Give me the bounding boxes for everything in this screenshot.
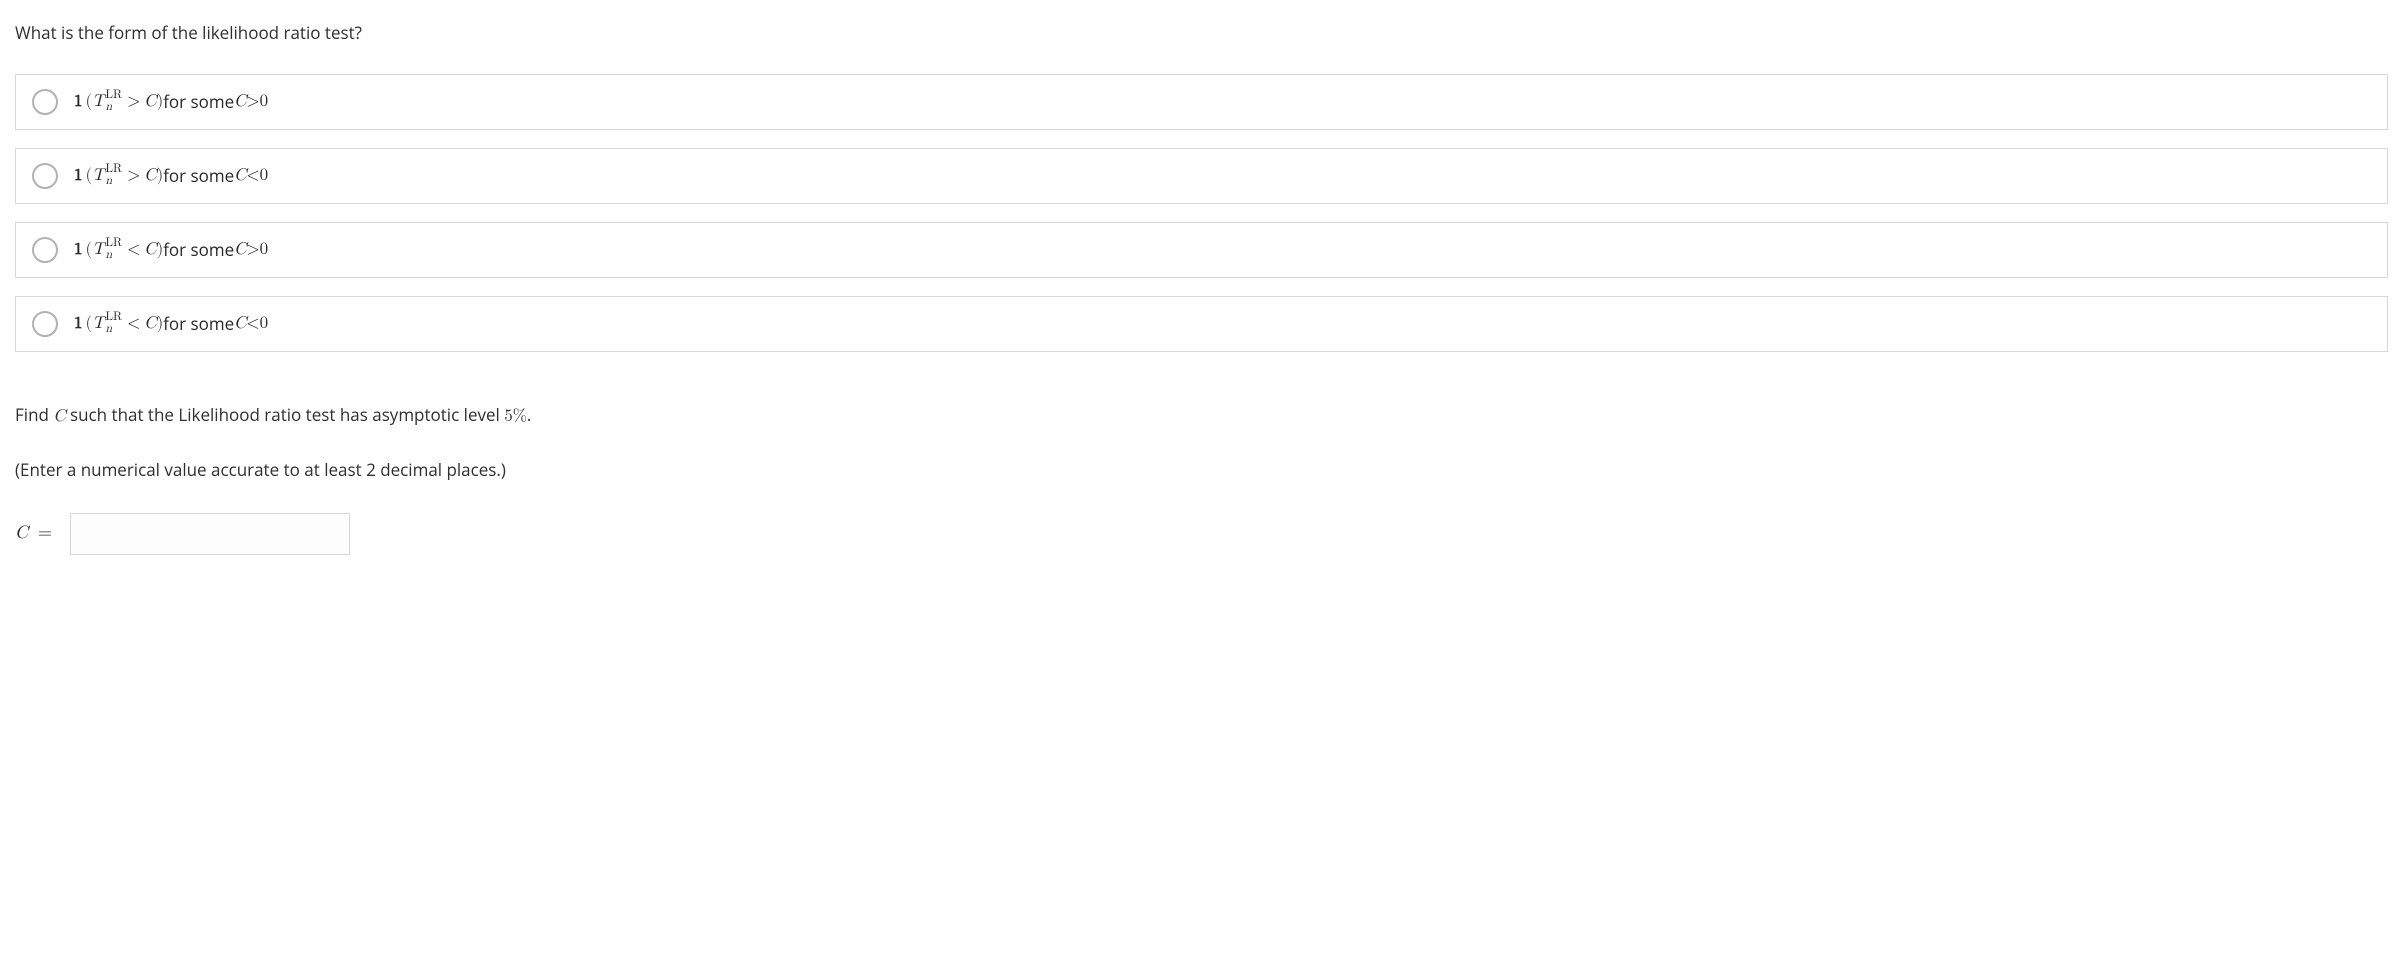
cond: >0 [246, 237, 268, 263]
paren-close: ) [157, 163, 164, 189]
sup-lr: LR [105, 313, 122, 323]
var-T: T [92, 237, 104, 263]
var-C-cond: C [234, 89, 246, 115]
var-C: C [144, 237, 156, 263]
option-3-label: 1 ( T LR n < C ) for some C >0 [74, 237, 268, 263]
var-T: T [92, 311, 104, 337]
supsub: LR n [105, 92, 122, 112]
answer-line: C = [15, 513, 2388, 555]
option-2[interactable]: 1 ( T LR n > C ) for some C <0 [15, 148, 2388, 204]
sub-n: n [105, 103, 122, 113]
supsub: LR n [105, 240, 122, 260]
option-1-label: 1 ( T LR n > C ) for some C >0 [74, 89, 268, 115]
paren-close: ) [157, 237, 164, 263]
radio-icon [32, 89, 58, 115]
var-C: C [144, 163, 156, 189]
q2-five: 5% [504, 408, 527, 425]
var-C-cond: C [234, 163, 246, 189]
rel-op: < [127, 311, 140, 337]
answer-label-C: C [15, 520, 28, 547]
q2-prefix: Find [15, 403, 53, 426]
paren-open: ( [86, 237, 93, 263]
for-some: for some [163, 311, 234, 337]
indicator-one: 1 [74, 163, 83, 189]
paren-open: ( [86, 89, 93, 115]
option-2-label: 1 ( T LR n > C ) for some C <0 [74, 163, 268, 189]
q2-period: . [527, 403, 531, 426]
sub-n: n [105, 251, 122, 261]
var-C: C [144, 311, 156, 337]
for-some: for some [163, 237, 234, 263]
option-3[interactable]: 1 ( T LR n < C ) for some C >0 [15, 222, 2388, 278]
rel-op: > [127, 89, 140, 115]
paren-open: ( [86, 311, 93, 337]
radio-icon [32, 237, 58, 263]
q2-mid: such that the Likelihood ratio test has … [66, 403, 505, 426]
var-C-cond: C [234, 311, 246, 337]
paren-close: ) [157, 311, 164, 337]
cond: <0 [246, 163, 268, 189]
indicator-one: 1 [74, 237, 83, 263]
answer-input-C[interactable] [70, 513, 350, 555]
radio-icon [32, 163, 58, 189]
for-some: for some [163, 163, 234, 189]
supsub: LR n [105, 166, 122, 186]
rel-op: > [127, 163, 140, 189]
option-4[interactable]: 1 ( T LR n < C ) for some C <0 [15, 296, 2388, 352]
cond: <0 [246, 311, 268, 337]
options-container: 1 ( T LR n > C ) for some C >0 1 ( T [15, 74, 2388, 352]
for-some: for some [163, 89, 234, 115]
var-C: C [144, 89, 156, 115]
var-C-cond: C [234, 237, 246, 263]
sub-n: n [105, 325, 122, 335]
option-4-label: 1 ( T LR n < C ) for some C <0 [74, 311, 268, 337]
sub-n: n [105, 177, 122, 187]
q2-C: C [53, 408, 65, 425]
sup-lr: LR [105, 165, 122, 175]
sup-lr: LR [105, 239, 122, 249]
option-1[interactable]: 1 ( T LR n > C ) for some C >0 [15, 74, 2388, 130]
indicator-one: 1 [74, 311, 83, 337]
equals-sign: = [38, 520, 52, 547]
paren-open: ( [86, 163, 93, 189]
cond: >0 [246, 89, 268, 115]
question-1-text: What is the form of the likelihood ratio… [15, 20, 2388, 46]
sup-lr: LR [105, 91, 122, 101]
supsub: LR n [105, 314, 122, 334]
question-2-text: Find C such that the Likelihood ratio te… [15, 402, 2388, 430]
var-T: T [92, 89, 104, 115]
radio-icon [32, 311, 58, 337]
indicator-one: 1 [74, 89, 83, 115]
paren-close: ) [157, 89, 164, 115]
rel-op: < [127, 237, 140, 263]
var-T: T [92, 163, 104, 189]
question-2-hint: (Enter a numerical value accurate to at … [15, 457, 2388, 483]
question-2: Find C such that the Likelihood ratio te… [15, 402, 2388, 555]
